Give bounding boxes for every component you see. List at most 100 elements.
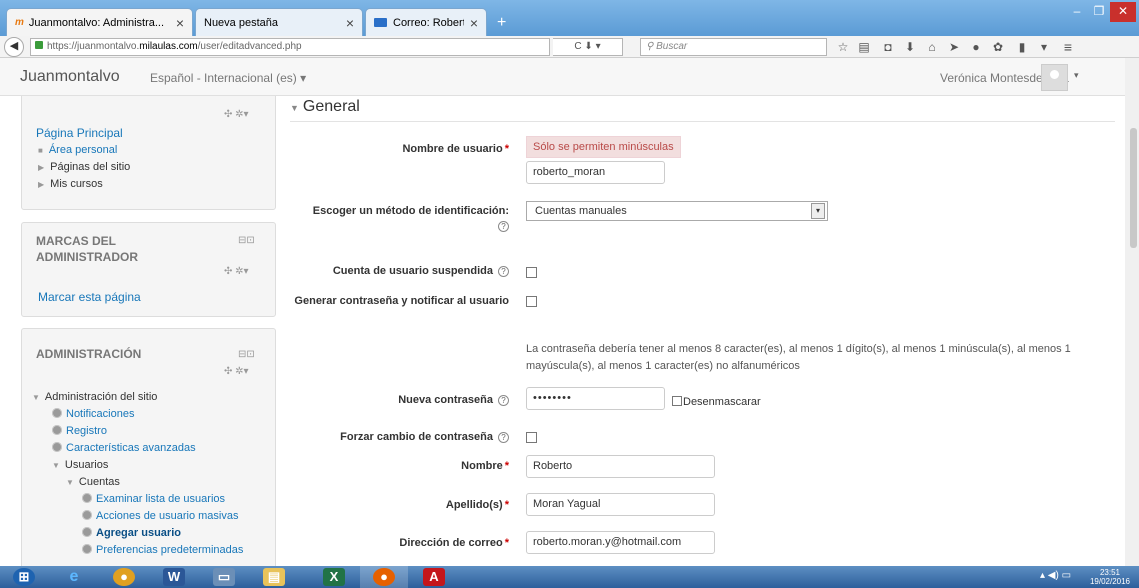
close-tab-icon[interactable]: × xyxy=(346,15,354,31)
taskbar-excel[interactable]: X xyxy=(310,566,358,588)
start-button[interactable]: ⊞ xyxy=(0,566,48,588)
help-icon[interactable]: ? xyxy=(498,221,509,232)
unmask-checkbox[interactable] xyxy=(672,396,682,406)
force-change-checkbox[interactable] xyxy=(526,432,537,443)
menu-icon[interactable]: ≡ xyxy=(1060,39,1076,55)
new-tab-button[interactable]: + xyxy=(497,14,506,32)
site-brand[interactable]: Juanmontalvo xyxy=(20,68,120,86)
gear-icon xyxy=(52,425,62,435)
admin-bulk-actions[interactable]: Acciones de usuario masivas xyxy=(82,510,238,522)
generate-password-checkbox[interactable] xyxy=(526,296,537,307)
nav-item-paginas[interactable]: ▶ Páginas del sitio xyxy=(38,161,130,173)
windows-taskbar: ⊞ e ● W ▭ ▤ X ● A ▴ ◀) ▭ 23:51 19/02/2016 xyxy=(0,566,1139,588)
firstname-input[interactable]: Roberto xyxy=(526,455,715,478)
auth-method-select[interactable]: Cuentas manuales ▾ xyxy=(526,201,828,221)
taskbar-ie[interactable]: e xyxy=(50,566,98,588)
nav-item-mis-cursos[interactable]: ▶ Mis cursos xyxy=(38,178,103,190)
email-label: Dirección de correo * xyxy=(290,536,509,551)
taskbar-firefox[interactable]: ● xyxy=(360,566,408,588)
extension-icon[interactable]: ✿ xyxy=(990,39,1006,55)
minimize-icon[interactable]: – xyxy=(1066,2,1088,22)
admin-browse-users[interactable]: Examinar lista de usuarios xyxy=(82,493,225,505)
legend-label: General xyxy=(302,98,360,115)
required-icon: * xyxy=(504,143,509,155)
taskbar-explorer[interactable]: ▤ xyxy=(250,566,298,588)
language-menu[interactable]: Español - Internacional (es) ▾ xyxy=(150,71,306,85)
scrollbar-thumb[interactable] xyxy=(1130,128,1137,248)
pocket-icon[interactable]: ◘ xyxy=(880,39,896,55)
bullet-icon: ■ xyxy=(38,146,43,155)
label-text: Cuenta de usuario suspendida xyxy=(332,265,493,277)
home-icon[interactable]: ⌂ xyxy=(924,39,940,55)
lastname-input[interactable]: Moran Yagual xyxy=(526,493,715,516)
gear-icon xyxy=(82,527,92,537)
admin-site-admin[interactable]: ▼ Administración del sitio xyxy=(32,391,157,403)
admin-default-prefs[interactable]: Preferencias predeterminadas xyxy=(82,544,243,556)
fieldset-legend[interactable]: ▼ General xyxy=(290,98,360,116)
block-move-icon[interactable]: ✣ ✲▾ xyxy=(224,266,249,277)
close-tab-icon[interactable]: × xyxy=(470,15,478,31)
system-clock[interactable]: 23:51 19/02/2016 xyxy=(1086,568,1134,586)
label-text: Dirección de correo xyxy=(399,537,503,549)
nav-item-area-personal[interactable]: ■ Área personal xyxy=(38,144,117,156)
star-icon[interactable]: ☆ xyxy=(835,39,851,55)
admin-users[interactable]: ▼ Usuarios xyxy=(52,459,108,471)
force-change-label: Forzar cambio de contraseña? xyxy=(290,430,509,445)
help-icon[interactable]: ? xyxy=(498,395,509,406)
suspended-checkbox[interactable] xyxy=(526,267,537,278)
new-password-input[interactable]: •••••••• xyxy=(526,387,665,410)
admin-registration[interactable]: Registro xyxy=(52,425,107,437)
email-input[interactable]: roberto.moran.y@hotmail.com xyxy=(526,531,715,554)
tab-correo[interactable]: Correo: Roberto Moran - ... × xyxy=(365,8,487,36)
clock-date: 19/02/2016 xyxy=(1089,577,1131,586)
help-icon[interactable]: ? xyxy=(498,432,509,443)
label-text: Nombre de usuario xyxy=(402,143,503,155)
unmask-toggle[interactable]: Desenmascarar xyxy=(672,396,761,408)
admin-advanced-features[interactable]: Características avanzadas xyxy=(52,442,196,454)
taskbar-network[interactable]: ▭ xyxy=(200,566,248,588)
search-input[interactable]: ⚲ Buscar xyxy=(640,38,827,56)
nav-home-link[interactable]: Página Principal xyxy=(36,126,123,140)
profile-icon[interactable]: ▮ xyxy=(1014,39,1030,55)
expand-arrow-icon: ▶ xyxy=(38,180,45,189)
block-move-icon[interactable]: ✣ ✲▾ xyxy=(224,366,249,377)
admin-add-user[interactable]: Agregar usuario xyxy=(82,527,181,539)
taskbar-acrobat[interactable]: A xyxy=(410,566,458,588)
user-menu-chevron-icon[interactable]: ▾ xyxy=(1074,70,1079,81)
maximize-icon[interactable]: ❐ xyxy=(1088,2,1110,22)
reading-list-icon[interactable]: ▤ xyxy=(856,39,872,55)
username-input[interactable]: roberto_moran xyxy=(526,161,665,184)
send-icon[interactable]: ➤ xyxy=(946,39,962,55)
system-tray-icons[interactable]: ▴ ◀) ▭ xyxy=(1040,570,1071,581)
admin-accounts[interactable]: ▼ Cuentas xyxy=(66,476,120,488)
block-move-icon[interactable]: ✣ ✲▾ xyxy=(224,109,249,120)
dock-icon[interactable]: ⊟⊡ xyxy=(238,349,255,360)
tab-label: Juanmontalvo: Administra... xyxy=(28,16,165,29)
dock-icon[interactable]: ⊟⊡ xyxy=(238,235,255,246)
mail-icon xyxy=(374,18,387,27)
site-header: Juanmontalvo Español - Internacional (es… xyxy=(0,58,1139,96)
admin-notifications[interactable]: Notificaciones xyxy=(52,408,134,420)
close-window-icon[interactable]: ✕ xyxy=(1110,2,1136,22)
tab-juanmontalvo[interactable]: m Juanmontalvo: Administra... × xyxy=(6,8,193,36)
chat-icon[interactable]: ● xyxy=(968,39,984,55)
toolbar-dropdown-icon[interactable]: ▾ xyxy=(1036,39,1052,55)
taskbar-word[interactable]: W xyxy=(150,566,198,588)
url-bar[interactable]: https://juanmontalvo.milaulas.com/user/e… xyxy=(30,38,550,56)
download-icon[interactable]: ⬇ xyxy=(902,39,918,55)
legend-divider xyxy=(290,121,1115,122)
avatar[interactable] xyxy=(1041,64,1068,91)
help-icon[interactable]: ? xyxy=(498,266,509,277)
bookmark-page-link[interactable]: Marcar esta página xyxy=(38,290,141,304)
password-policy-text: La contraseña debería tener al menos 8 c… xyxy=(526,343,1071,372)
taskbar-chrome[interactable]: ● xyxy=(100,566,148,588)
required-icon: * xyxy=(504,537,509,549)
label-text: Escoger un método de identificación: xyxy=(312,205,509,217)
url-tools[interactable]: C ⬇ ▾ xyxy=(553,38,623,56)
close-tab-icon[interactable]: × xyxy=(176,15,184,31)
page-scrollbar[interactable] xyxy=(1125,58,1139,566)
tree-label: Notificaciones xyxy=(66,408,135,420)
back-arrow-icon[interactable]: ◀ xyxy=(4,37,24,57)
tab-nueva-pestana[interactable]: Nueva pestaña × xyxy=(195,8,363,36)
url-domain: milaulas.com xyxy=(139,41,198,52)
